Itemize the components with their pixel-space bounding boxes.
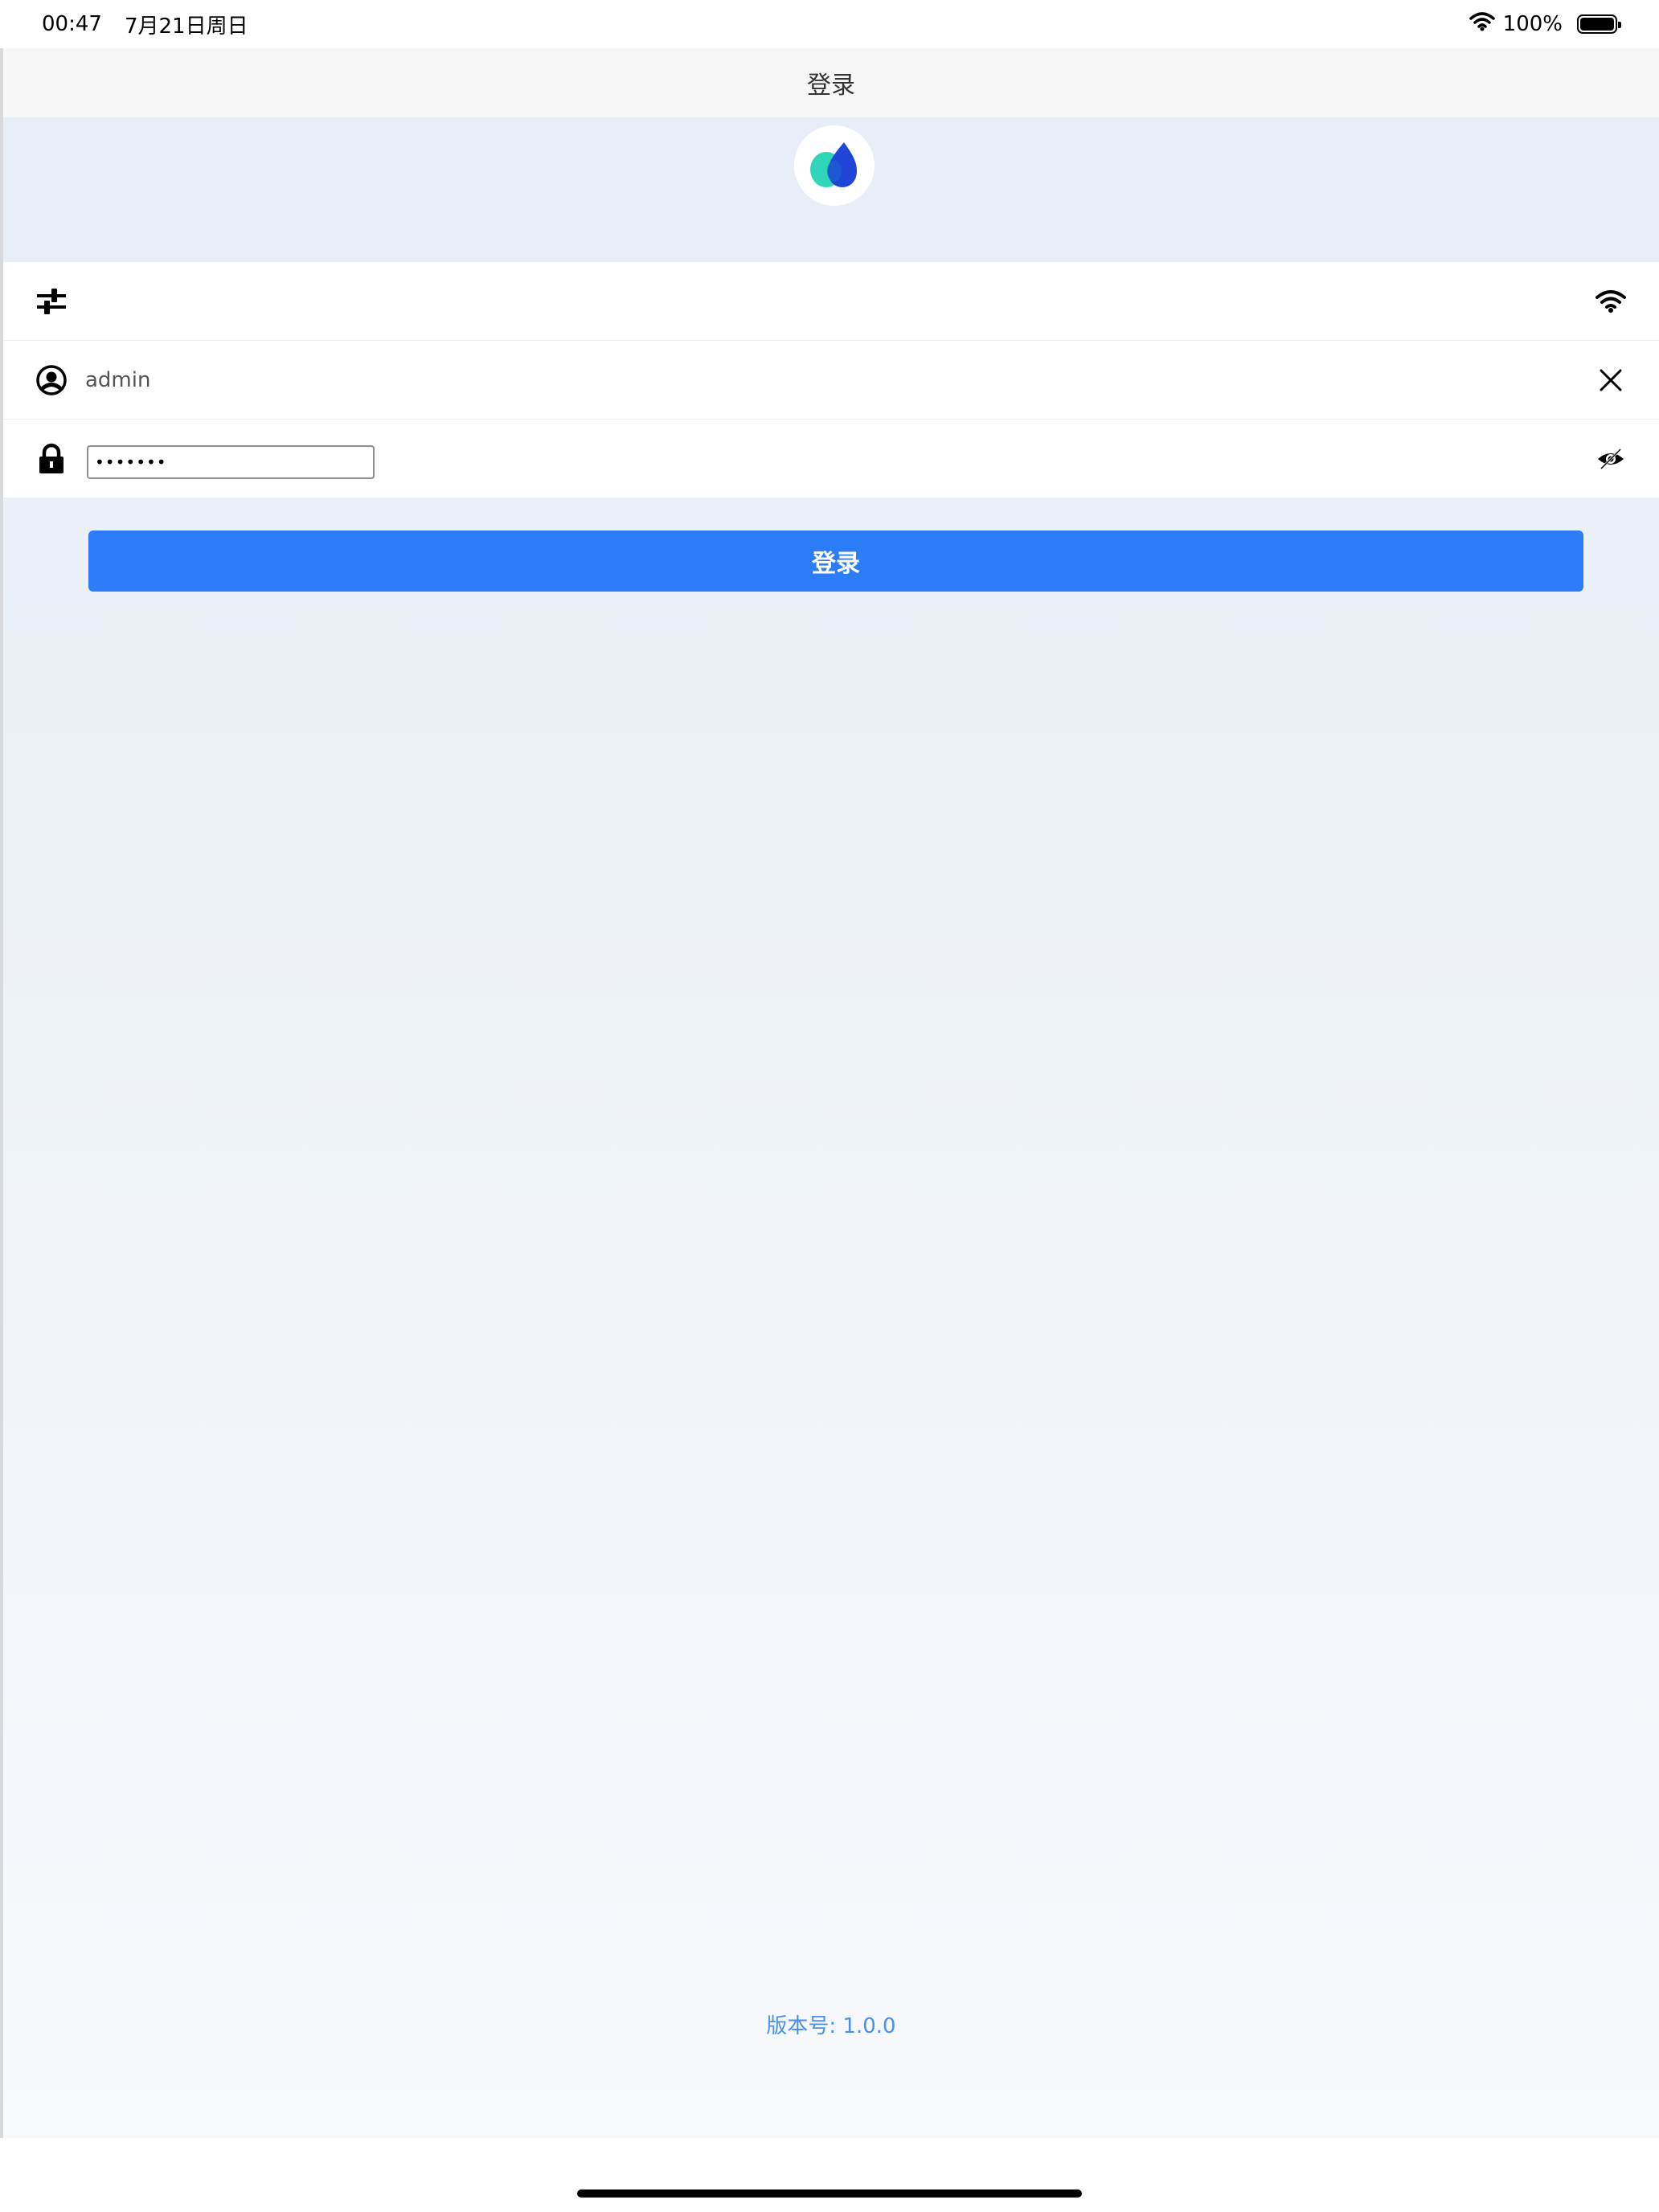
page-title: 登录 (807, 72, 855, 100)
status-battery-percent: 100% (1502, 12, 1563, 36)
status-date: 7月21日周日 (124, 14, 248, 39)
username-row (3, 341, 1659, 420)
nav-bar: 登录 (3, 48, 1659, 117)
wifi-icon[interactable] (1593, 285, 1628, 317)
lock-icon (34, 443, 69, 475)
version-label: 版本号: (766, 2014, 837, 2038)
password-row (3, 420, 1659, 498)
password-input[interactable] (87, 445, 375, 479)
login-button[interactable]: 登录 (88, 530, 1583, 592)
close-icon[interactable] (1593, 364, 1628, 396)
app-logo (794, 125, 875, 206)
version-number: 1.0.0 (842, 2014, 896, 2038)
home-indicator[interactable] (577, 2189, 1082, 2198)
app-window: 登录 admin ••••••• 登录 版本号: 1.0.0 (0, 48, 1659, 2138)
battery-icon (1577, 14, 1621, 34)
eye-off-icon[interactable] (1593, 443, 1628, 475)
user-circle-icon (34, 364, 69, 396)
status-bar: 00:47 7月21日周日 100% (0, 0, 1659, 48)
status-right: 100% (1469, 11, 1621, 37)
status-left: 00:47 7月21日周日 (42, 10, 248, 39)
username-input[interactable] (85, 362, 1452, 399)
status-wifi-icon (1469, 11, 1495, 37)
version-info: 版本号: 1.0.0 (3, 2009, 1659, 2039)
status-time: 00:47 (42, 12, 102, 36)
sliders-icon[interactable] (34, 285, 69, 317)
server-settings-row[interactable] (3, 262, 1659, 341)
